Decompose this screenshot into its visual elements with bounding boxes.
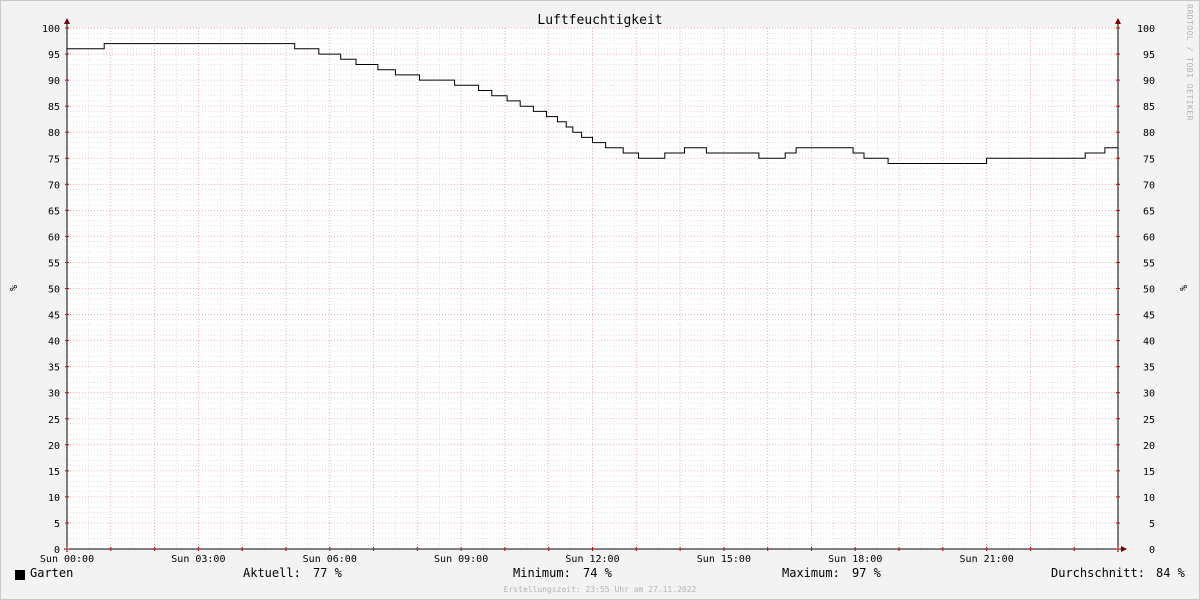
y-tick-label-right: 40 bbox=[1143, 337, 1155, 348]
y-tick-label-right: 60 bbox=[1143, 232, 1155, 243]
y-tick-label-right: 95 bbox=[1143, 50, 1155, 61]
y-axis-label-right: % bbox=[1177, 285, 1188, 291]
y-axis-arrow-left bbox=[64, 18, 70, 24]
y-tick-label-left: 75 bbox=[48, 154, 60, 165]
y-axis-label-left: % bbox=[7, 285, 18, 291]
x-tick-label: Sun 21:00 bbox=[960, 554, 1014, 565]
x-tick-label: Sun 06:00 bbox=[303, 554, 357, 565]
y-tick-label-right: 30 bbox=[1143, 389, 1155, 400]
x-tick-label: Sun 15:00 bbox=[697, 554, 751, 565]
legend-series-name: Garten bbox=[30, 566, 74, 580]
y-tick-label-right: 90 bbox=[1143, 76, 1155, 87]
y-tick-label-right: 70 bbox=[1143, 180, 1155, 191]
legend-avg-label: Durchschnitt: bbox=[1051, 566, 1145, 580]
y-tick-label-right: 5 bbox=[1149, 519, 1155, 530]
y-tick-label-left: 45 bbox=[48, 311, 60, 322]
x-tick-label: Sun 18:00 bbox=[828, 554, 882, 565]
y-tick-label-left: 65 bbox=[48, 206, 60, 217]
y-tick-label-left: 15 bbox=[48, 467, 60, 478]
y-tick-label-left: 70 bbox=[48, 180, 60, 191]
y-tick-label-left: 55 bbox=[48, 258, 60, 269]
rrdtool-watermark: RRDTOOL / TOBI OETIKER bbox=[1185, 4, 1194, 121]
legend-min-label: Minimum: bbox=[513, 566, 571, 580]
x-tick-label: Sun 03:00 bbox=[171, 554, 225, 565]
y-tick-label-left: 60 bbox=[48, 232, 60, 243]
y-tick-label-right: 25 bbox=[1143, 415, 1155, 426]
x-axis-arrow bbox=[1121, 546, 1127, 552]
y-tick-label-right: 65 bbox=[1143, 206, 1155, 217]
grid-layer bbox=[67, 27, 1118, 549]
y-tick-label-right: 15 bbox=[1143, 467, 1155, 478]
y-tick-label-left: 95 bbox=[48, 50, 60, 61]
legend-min-value: 74 % bbox=[583, 566, 612, 580]
y-tick-label-left: 20 bbox=[48, 441, 60, 452]
y-tick-label-left: 50 bbox=[48, 285, 60, 296]
y-tick-label-right: 35 bbox=[1143, 363, 1155, 374]
y-tick-label-right: 20 bbox=[1143, 441, 1155, 452]
y-tick-label-left: 10 bbox=[48, 493, 60, 504]
y-tick-label-right: 75 bbox=[1143, 154, 1155, 165]
legend-row: Garten Aktuell: 77 % Minimum: 74 % Maxim… bbox=[0, 566, 1200, 584]
y-tick-label-right: 85 bbox=[1143, 102, 1155, 113]
legend-max-value: 97 % bbox=[852, 566, 881, 580]
x-tick-label: Sun 00:00 bbox=[40, 554, 94, 565]
y-tick-label-left: 85 bbox=[48, 102, 60, 113]
y-tick-label-left: 25 bbox=[48, 415, 60, 426]
legend-avg-value: 84 % bbox=[1156, 566, 1185, 580]
y-tick-label-left: 100 bbox=[42, 24, 60, 35]
y-tick-label-left: 90 bbox=[48, 76, 60, 87]
y-tick-label-right: 80 bbox=[1143, 128, 1155, 139]
creation-timestamp: Erstellungszeit: 23:55 Uhr am 27.11.2022 bbox=[503, 585, 697, 594]
y-tick-label-right: 50 bbox=[1143, 285, 1155, 296]
y-tick-label-left: 30 bbox=[48, 389, 60, 400]
y-tick-label-left: 80 bbox=[48, 128, 60, 139]
y-tick-label-right: 0 bbox=[1149, 545, 1155, 556]
legend-current-value: 77 % bbox=[313, 566, 342, 580]
y-tick-label-left: 35 bbox=[48, 363, 60, 374]
x-tick-label: Sun 09:00 bbox=[434, 554, 488, 565]
x-tick-label: Sun 12:00 bbox=[565, 554, 619, 565]
y-tick-label-right: 100 bbox=[1137, 24, 1155, 35]
chart-title: Luftfeuchtigkeit bbox=[537, 13, 662, 28]
y-tick-label-right: 55 bbox=[1143, 258, 1155, 269]
y-tick-label-right: 45 bbox=[1143, 311, 1155, 322]
y-axis-arrow-right bbox=[1115, 18, 1121, 24]
y-tick-label-left: 40 bbox=[48, 337, 60, 348]
legend-max-label: Maximum: bbox=[782, 566, 840, 580]
legend-current-label: Aktuell: bbox=[243, 566, 301, 580]
humidity-chart: 0 05 510 1015 1520 2025 2530 3035 3540 4045 4550 50… bbox=[7, 13, 1188, 565]
y-tick-label-left: 5 bbox=[54, 519, 60, 530]
y-tick-label-right: 10 bbox=[1143, 493, 1155, 504]
